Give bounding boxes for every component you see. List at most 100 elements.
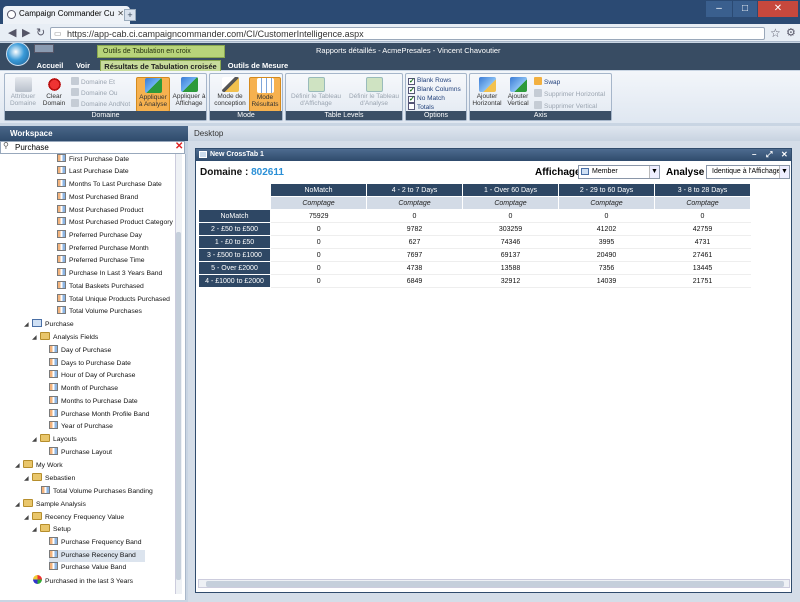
definir-analyse-button[interactable]: Définir le Tableau d'Analyse — [346, 77, 402, 107]
row-header[interactable]: 5 - Over £2000 — [198, 261, 271, 275]
tree-item[interactable]: Purchase Frequency Band — [49, 537, 141, 549]
appliquer-analyse-button[interactable]: Appliquer à Analyse — [136, 77, 170, 112]
tree-item[interactable]: Total Volume Purchases Banding — [41, 486, 153, 498]
row-header[interactable]: 2 - £50 to £500 — [198, 222, 271, 236]
blank-rows-checkbox[interactable]: ✓ Blank Rows — [408, 76, 451, 85]
table-cell[interactable]: 7356 — [558, 261, 655, 275]
tree-item[interactable]: Most Purchased Product — [57, 205, 143, 217]
workspace-search-input[interactable]: Purchase — [0, 141, 185, 154]
minimize-button[interactable]: – — [706, 1, 732, 17]
table-cell[interactable]: 303259 — [462, 222, 559, 236]
supprimer-vertical-button[interactable]: Supprimer Vertical — [534, 101, 597, 111]
row-header[interactable]: 4 - £1000 to £2000 — [198, 274, 271, 288]
tree-item[interactable]: Total Baskets Purchased — [57, 281, 144, 293]
tree-item[interactable]: ◢ Sebastien — [24, 473, 75, 485]
tree-item[interactable]: Month of Purchase — [49, 383, 118, 395]
row-header[interactable]: 3 - £500 to £1000 — [198, 248, 271, 262]
tree-item[interactable]: Months to Purchase Date — [49, 396, 138, 408]
close-window-button[interactable]: ✕ — [758, 1, 798, 17]
clear-search-icon[interactable]: ✕ — [175, 142, 183, 152]
maximize-window-icon[interactable]: ⤢ — [766, 149, 772, 161]
tree-scrollbar-thumb[interactable] — [176, 232, 181, 580]
clear-domain-button[interactable]: Clear Domain — [41, 77, 67, 107]
tree-item[interactable]: Day of Purchase — [49, 345, 111, 357]
expand-arrow-icon[interactable]: ◢ — [15, 460, 23, 472]
tree-item[interactable]: Preferred Purchase Time — [57, 255, 145, 267]
tree-item[interactable]: Year of Purchase — [49, 421, 113, 433]
expand-arrow-icon[interactable]: ◢ — [32, 524, 40, 536]
domaine-ou-button[interactable]: Domaine Ou — [71, 88, 118, 98]
table-cell[interactable]: 14039 — [558, 274, 655, 288]
back-icon[interactable]: ◀ — [8, 27, 16, 39]
horizontal-scrollbar-thumb[interactable] — [206, 581, 784, 587]
browser-tab[interactable]: Campaign Commander Cu ✕ — [3, 6, 130, 24]
tree-item[interactable]: Total Unique Products Purchased — [57, 294, 170, 306]
tree-item[interactable]: Preferred Purchase Month — [57, 243, 149, 255]
tree-item[interactable]: ◢ Layouts — [32, 434, 77, 446]
table-cell[interactable]: 0 — [558, 209, 655, 223]
tree-item[interactable]: Purchase Layout — [49, 447, 112, 459]
tree-item[interactable]: ◢ Sample Analysis — [15, 499, 86, 511]
table-cell[interactable]: 6849 — [366, 274, 463, 288]
tree-item[interactable]: Most Purchased Brand — [57, 192, 138, 204]
tree-item[interactable]: ◢ My Work — [15, 460, 63, 472]
table-cell[interactable]: 4731 — [654, 235, 751, 249]
tree-item[interactable]: Months To Last Purchase Date — [57, 179, 162, 191]
table-cell[interactable]: 7697 — [366, 248, 463, 262]
no-match-checkbox[interactable]: ✓ No Match — [408, 94, 445, 103]
chevron-down-icon[interactable]: ▼ — [649, 166, 659, 178]
reload-icon[interactable]: ↻ — [36, 27, 45, 39]
save-icon[interactable] — [34, 44, 54, 53]
forward-icon[interactable]: ▶ — [22, 27, 30, 39]
table-cell[interactable]: 13445 — [654, 261, 751, 275]
tab-voir[interactable]: Voir — [71, 60, 95, 71]
table-cell[interactable]: 0 — [270, 235, 367, 249]
table-cell[interactable]: 0 — [654, 209, 751, 223]
tree-item[interactable]: Last Purchase Date — [57, 166, 129, 178]
address-bar[interactable]: ▭ https://app-cab.ci.campaigncommander.c… — [50, 27, 765, 40]
close-tab-icon[interactable]: ✕ — [117, 9, 124, 18]
supprimer-horizontal-button[interactable]: Supprimer Horizontal — [534, 89, 605, 99]
analyse-select[interactable]: Identique à l'Affichage ▼ — [706, 165, 790, 179]
tab-accueil[interactable]: Accueil — [33, 60, 67, 71]
app-logo[interactable] — [6, 42, 30, 66]
tree-item[interactable]: Days to Purchase Date — [49, 358, 131, 370]
column-header[interactable]: 3 - 8 to 28 Days — [654, 183, 751, 197]
horizontal-scrollbar[interactable] — [198, 579, 790, 588]
tab-resultats-tabulation[interactable]: Résultats de Tabulation croisée — [100, 60, 221, 71]
table-cell[interactable]: 4738 — [366, 261, 463, 275]
tree-item[interactable]: ◢ Purchase — [24, 319, 74, 331]
mode-conception-button[interactable]: Mode de conception — [212, 77, 248, 107]
affichage-select[interactable]: Member ▼ — [578, 165, 660, 179]
wrench-icon[interactable]: ⚙ — [786, 27, 796, 39]
attribuer-domaine-button[interactable]: Attribuer Domaine — [7, 77, 39, 107]
column-header[interactable]: 1 - Over 60 Days — [462, 183, 559, 197]
expand-arrow-icon[interactable]: ◢ — [24, 473, 32, 485]
table-cell[interactable]: 0 — [366, 209, 463, 223]
expand-arrow-icon[interactable]: ◢ — [24, 512, 32, 524]
table-cell[interactable]: 627 — [366, 235, 463, 249]
row-header[interactable]: NoMatch — [198, 209, 271, 223]
table-cell[interactable]: 0 — [270, 274, 367, 288]
tree-item[interactable]: Purchase Month Profile Band — [49, 409, 149, 421]
tree-item-selected[interactable]: Purchase Recency Band — [49, 550, 145, 562]
row-header[interactable]: 1 - £0 to £50 — [198, 235, 271, 249]
definir-affichage-button[interactable]: Définir le Tableau d'Affichage — [288, 77, 344, 107]
tree-item[interactable]: ◢ Recency Frequency Value — [24, 512, 124, 524]
ajouter-horizontal-button[interactable]: Ajouter Horizontal — [471, 77, 503, 107]
table-cell[interactable]: 0 — [270, 248, 367, 262]
crosstab-window-titlebar[interactable]: New CrossTab 1 – ⤢ ✕ — [196, 149, 791, 161]
table-cell[interactable]: 32912 — [462, 274, 559, 288]
tree-item[interactable]: First Purchase Date — [57, 154, 129, 166]
minimize-window-icon[interactable]: – — [752, 149, 756, 161]
table-cell[interactable]: 13588 — [462, 261, 559, 275]
tree-item[interactable]: ◢ Analysis Fields — [32, 332, 98, 344]
blank-columns-checkbox[interactable]: ✓ Blank Columns — [408, 85, 461, 94]
new-tab-button[interactable]: + — [124, 9, 136, 21]
tree-item[interactable]: Total Volume Purchases — [57, 306, 142, 318]
table-cell[interactable]: 21751 — [654, 274, 751, 288]
table-cell[interactable]: 69137 — [462, 248, 559, 262]
table-cell[interactable]: 27461 — [654, 248, 751, 262]
bookmark-star-icon[interactable]: ☆ — [770, 27, 781, 39]
expand-arrow-icon[interactable]: ◢ — [32, 332, 40, 344]
